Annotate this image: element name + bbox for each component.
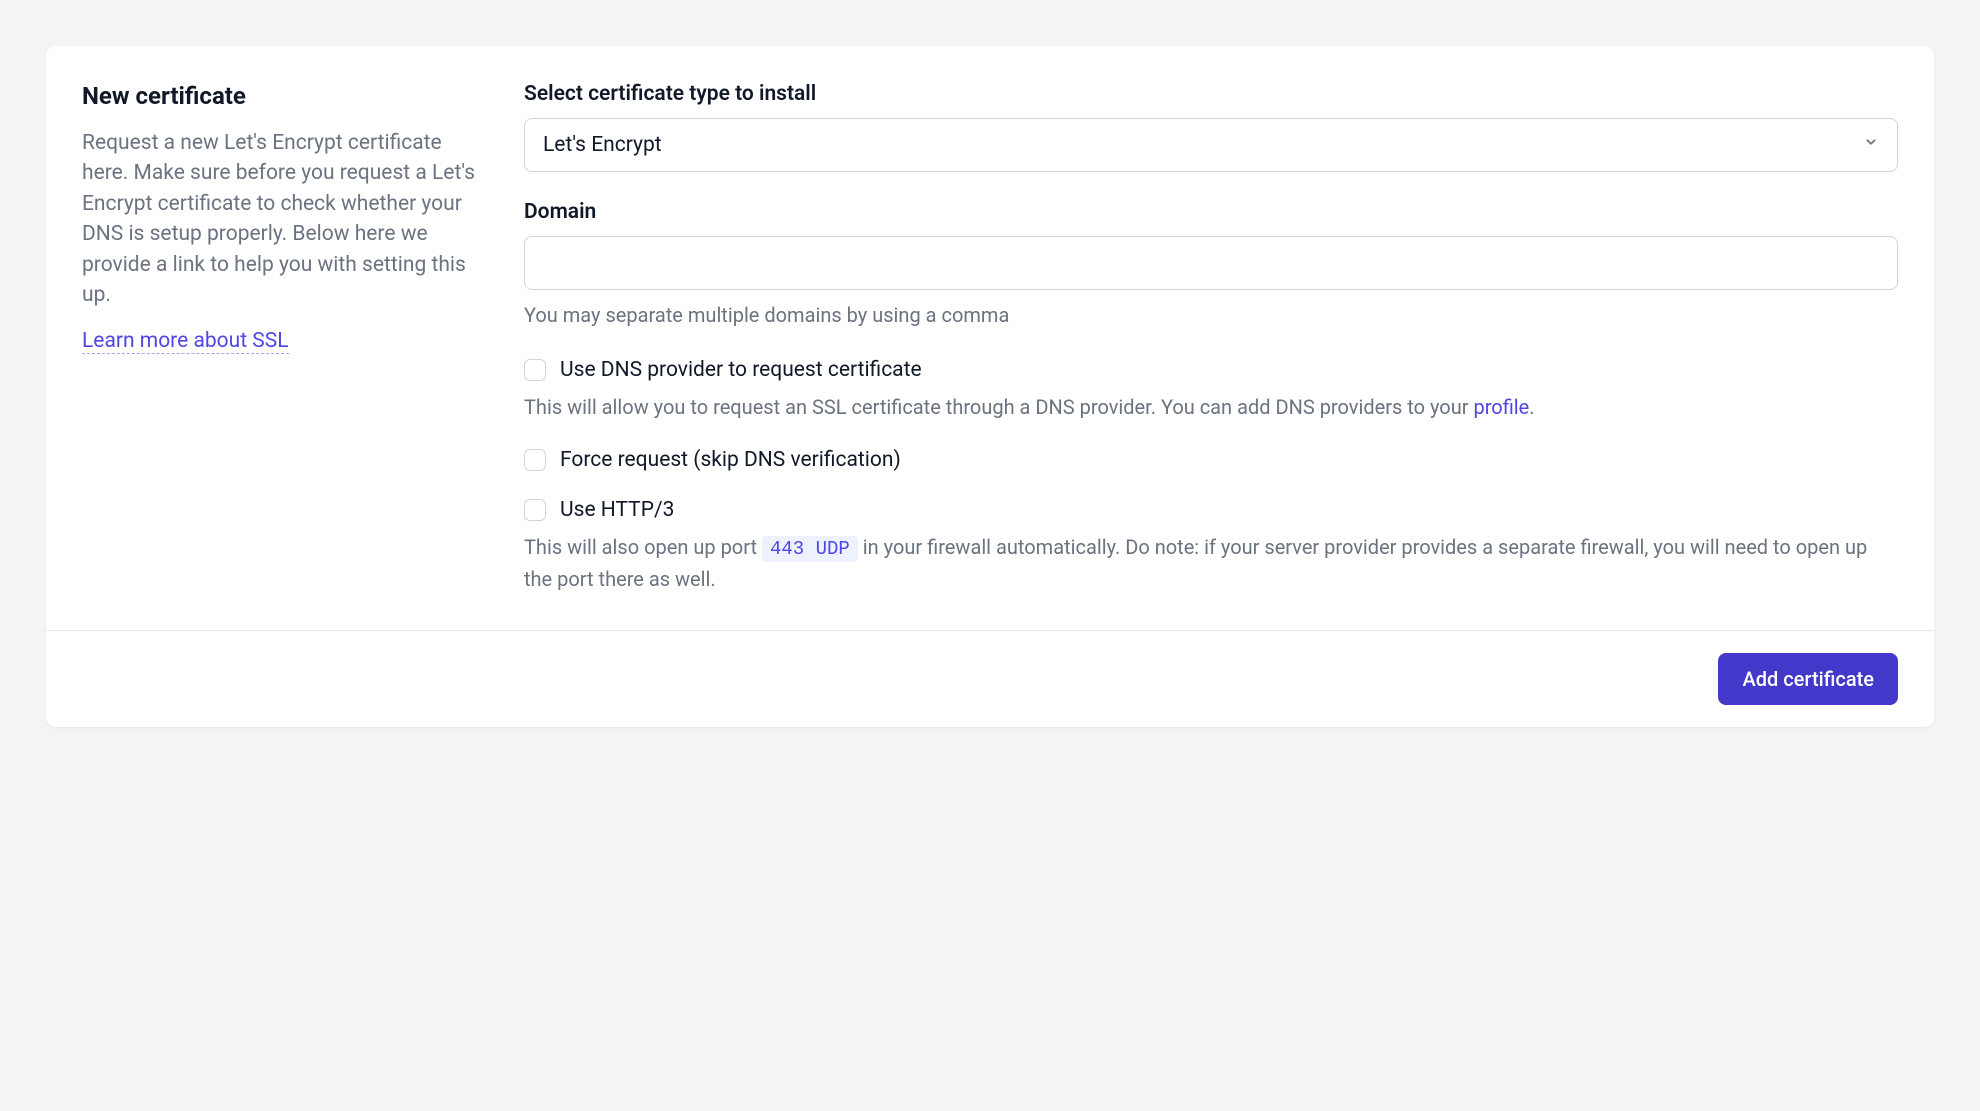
domain-label: Domain bbox=[524, 200, 1898, 224]
http3-label[interactable]: Use HTTP/3 bbox=[560, 498, 674, 522]
http3-helper-pre: This will also open up port bbox=[524, 535, 762, 559]
section-title: New certificate bbox=[82, 82, 482, 110]
dns-provider-helper-pre: This will allow you to request an SSL ce… bbox=[524, 395, 1473, 419]
http3-group: Use HTTP/3 This will also open up port 4… bbox=[524, 498, 1898, 594]
add-certificate-button[interactable]: Add certificate bbox=[1718, 653, 1898, 705]
left-column: New certificate Request a new Let's Encr… bbox=[82, 82, 482, 594]
dns-provider-row: Use DNS provider to request certificate bbox=[524, 358, 1898, 382]
dns-provider-helper-post: . bbox=[1529, 395, 1534, 419]
dns-provider-group: Use DNS provider to request certificate … bbox=[524, 358, 1898, 422]
cert-type-select-wrap: Let's Encrypt bbox=[524, 118, 1898, 172]
dns-provider-label[interactable]: Use DNS provider to request certificate bbox=[560, 358, 922, 382]
http3-port-code: 443 UDP bbox=[762, 536, 858, 562]
domain-field: Domain You may separate multiple domains… bbox=[524, 200, 1898, 330]
form-column: Select certificate type to install Let's… bbox=[524, 82, 1898, 594]
force-request-checkbox[interactable] bbox=[524, 449, 546, 471]
certificate-card: New certificate Request a new Let's Encr… bbox=[46, 46, 1934, 727]
force-request-row: Force request (skip DNS verification) bbox=[524, 448, 1898, 472]
card-body: New certificate Request a new Let's Encr… bbox=[46, 46, 1934, 630]
domain-helper-text: You may separate multiple domains by usi… bbox=[524, 300, 1898, 330]
section-description: Request a new Let's Encrypt certificate … bbox=[82, 128, 482, 311]
card-footer: Add certificate bbox=[46, 630, 1934, 727]
http3-row: Use HTTP/3 bbox=[524, 498, 1898, 522]
dns-provider-helper: This will allow you to request an SSL ce… bbox=[524, 392, 1898, 422]
learn-more-ssl-link[interactable]: Learn more about SSL bbox=[82, 329, 289, 354]
force-request-group: Force request (skip DNS verification) bbox=[524, 448, 1898, 472]
force-request-label[interactable]: Force request (skip DNS verification) bbox=[560, 448, 901, 472]
cert-type-select[interactable]: Let's Encrypt bbox=[524, 118, 1898, 172]
dns-provider-checkbox[interactable] bbox=[524, 359, 546, 381]
http3-helper: This will also open up port 443 UDP in y… bbox=[524, 532, 1898, 594]
domain-input[interactable] bbox=[524, 236, 1898, 290]
profile-link[interactable]: profile bbox=[1473, 395, 1529, 419]
cert-type-label: Select certificate type to install bbox=[524, 82, 1898, 106]
cert-type-field: Select certificate type to install Let's… bbox=[524, 82, 1898, 172]
http3-checkbox[interactable] bbox=[524, 499, 546, 521]
